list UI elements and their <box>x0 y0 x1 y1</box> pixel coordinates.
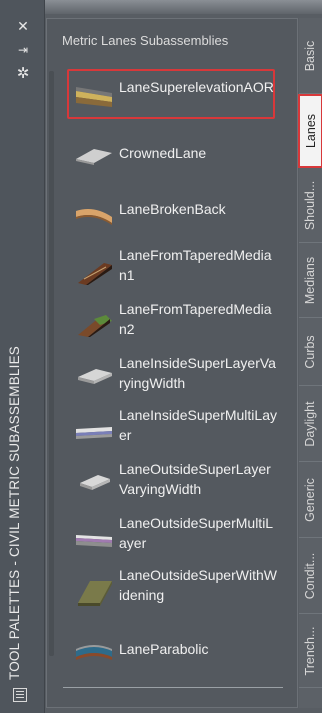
tab-label: Lanes <box>304 113 318 149</box>
tab-shoulders[interactable]: Should... <box>299 168 322 243</box>
lane-parabolic-thumb <box>76 645 112 660</box>
lane-inside-super-layer-thumb <box>78 369 112 384</box>
lane-brokenback-thumb <box>76 209 112 225</box>
lane-superelevation-thumb <box>76 87 112 107</box>
palette-title: TOOL PALETTES - CIVIL METRIC SUBASSEMBLI… <box>7 346 22 680</box>
tool-item-label: LaneInsideSuperLayerVaryingWidth <box>119 355 276 391</box>
auto-hide-icon[interactable]: ⇥ <box>15 42 31 58</box>
tab-daylight[interactable]: Daylight <box>299 386 322 462</box>
crowned-lane-thumb <box>76 149 112 165</box>
tab-label: Should... <box>303 180 317 231</box>
tool-item-label: LaneInsideSuperMultiLayer <box>119 407 277 443</box>
tab-label: Generic <box>303 478 317 522</box>
tool-item-label: LaneParabolic <box>119 641 209 657</box>
tab-trench[interactable]: Trench... <box>299 614 322 688</box>
tab-generic[interactable]: Generic <box>299 462 322 538</box>
palette-tabs: Basic Lanes Should... Medians Curbs Dayl… <box>298 18 322 708</box>
tool-palette-panel: Metric Lanes Subassemblies LaneSuperelev… <box>46 18 298 708</box>
lane-outside-super-widening-thumb <box>78 581 112 606</box>
tool-item-label: LaneOutsideSuperMultiLayer <box>119 515 274 551</box>
palette-menu-icon[interactable] <box>13 688 27 702</box>
tab-label: Trench... <box>303 626 317 676</box>
tab-label: Basic <box>303 40 317 72</box>
tab-label: Medians <box>303 256 317 305</box>
tab-curbs[interactable]: Curbs <box>299 318 322 386</box>
close-icon[interactable]: ✕ <box>15 18 31 34</box>
lane-outside-super-multilayer-thumb <box>76 535 112 547</box>
tab-lanes[interactable]: Lanes <box>298 94 322 168</box>
palette-titlebar[interactable]: ✕ ⇥ ✲ TOOL PALETTES - CIVIL METRIC SUBAS… <box>0 0 45 713</box>
tool-item-label: LaneSuperelevationAOR <box>119 79 274 95</box>
properties-gear-icon[interactable]: ✲ <box>15 66 31 82</box>
tool-item-label: LaneOutsideSuperWithWidening <box>119 567 277 603</box>
tab-label: Daylight <box>303 401 317 447</box>
palette-header: Metric Lanes Subassemblies <box>62 33 229 48</box>
scrollbar[interactable] <box>49 71 54 656</box>
tab-medians[interactable]: Medians <box>299 243 322 318</box>
lane-tapered-median1-thumb <box>78 263 112 285</box>
tool-item-label: LaneBrokenBack <box>119 201 226 217</box>
tab-label: Condit... <box>303 552 317 600</box>
tool-item-label: LaneOutsideSuperLayerVaryingWidth <box>119 461 271 497</box>
tab-basic[interactable]: Basic <box>299 18 322 94</box>
tab-label: Curbs <box>303 335 317 369</box>
lane-inside-super-multilayer-thumb <box>76 427 112 439</box>
tool-item-label: LaneFromTaperedMedian2 <box>119 301 272 337</box>
lane-outside-super-layer-thumb <box>80 475 110 490</box>
tool-item-label: CrownedLane <box>119 145 207 161</box>
window-top-strip <box>0 0 322 14</box>
palette-divider <box>63 687 283 688</box>
lane-tapered-median2-thumb <box>78 315 112 337</box>
tab-conditional[interactable]: Condit... <box>299 538 322 614</box>
tool-item-label: LaneFromTaperedMedian1 <box>119 247 272 283</box>
